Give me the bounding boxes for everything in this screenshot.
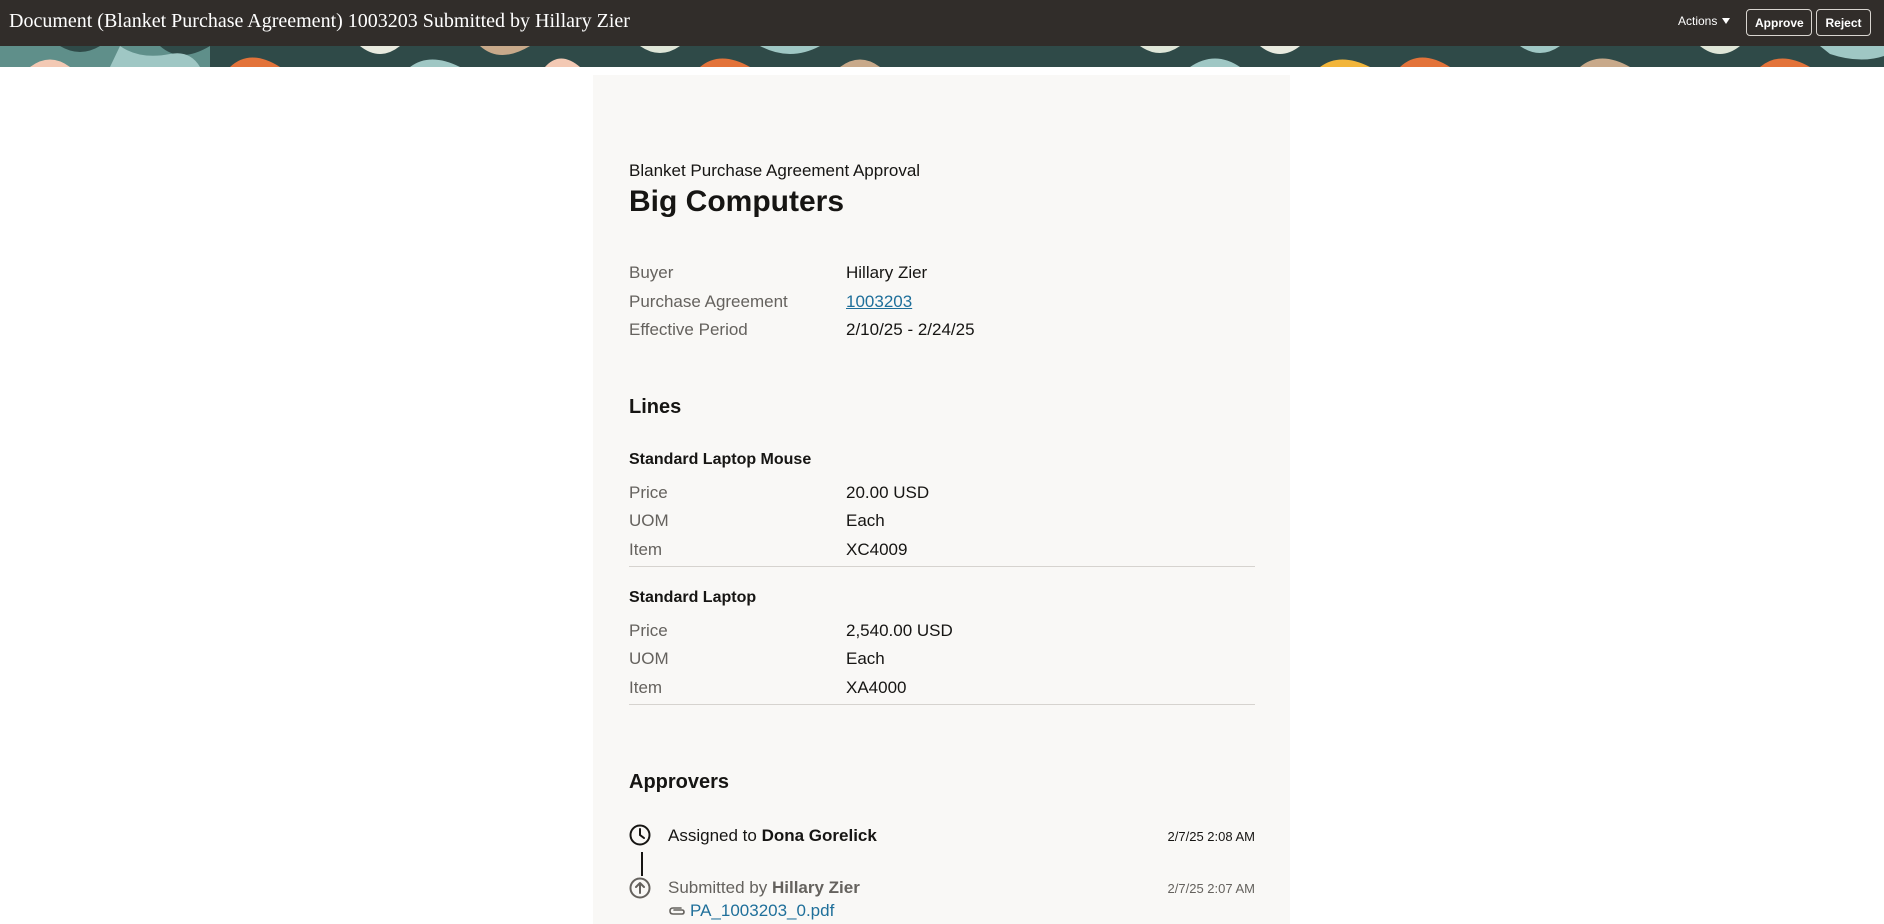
- summary-label: Effective Period: [629, 320, 748, 339]
- field-label: Item: [629, 540, 663, 559]
- line-name: Standard Laptop: [629, 589, 757, 606]
- approver-name: Hillary Zier: [771, 878, 860, 897]
- approvers-heading: Approvers: [629, 771, 730, 793]
- paperclip-icon: [669, 907, 685, 915]
- field-label: Item: [629, 678, 663, 697]
- reject-button[interactable]: Reject: [1816, 9, 1871, 36]
- arrow-up-circle-icon: [629, 877, 651, 899]
- approver-timestamp: 2/7/25 2:07 AM: [1167, 881, 1255, 896]
- lines-heading: Lines: [629, 396, 682, 418]
- summary-label: Purchase Agreement: [629, 292, 788, 311]
- line-field-item: Item XA4000: [629, 678, 1255, 706]
- field-label: Price: [629, 621, 668, 640]
- summary-label: Buyer: [629, 263, 674, 282]
- field-value: 20.00 USD: [846, 483, 930, 502]
- summary-value: Hillary Zier: [846, 263, 928, 282]
- summary-value: 2/10/25 - 2/24/25: [846, 320, 975, 339]
- line-divider: [629, 704, 1255, 705]
- approver-name: Dona Gorelick: [761, 826, 877, 845]
- field-value: Each: [846, 511, 885, 530]
- line-field-price: Price 2,540.00 USD: [629, 621, 1255, 649]
- supplier-title: Big Computers: [629, 185, 845, 218]
- approver-action: Submitted by: [668, 878, 768, 897]
- line-field-price: Price 20.00 USD: [629, 483, 1255, 511]
- card-subtitle: Blanket Purchase Agreement Approval: [629, 161, 921, 180]
- decorative-banner: [0, 46, 1884, 67]
- field-value: XC4009: [846, 540, 908, 559]
- field-value: XA4000: [846, 678, 907, 697]
- approver-action: Assigned to: [668, 826, 757, 845]
- field-value: 2,540.00 USD: [846, 621, 953, 640]
- attachment-link[interactable]: PA_1003203_0.pdf: [668, 901, 834, 921]
- line-field-uom: UOM Each: [629, 649, 1255, 677]
- actions-menu[interactable]: Actions: [1678, 14, 1731, 28]
- field-label: UOM: [629, 649, 669, 668]
- line-field-uom: UOM Each: [629, 511, 1255, 539]
- field-value: Each: [846, 649, 885, 668]
- clock-icon: [629, 824, 651, 846]
- timeline-connector: [641, 852, 643, 876]
- approver-entry-submitted: Submitted by Hillary Zier: [668, 878, 860, 898]
- line-name: Standard Laptop Mouse: [629, 451, 812, 468]
- actions-label: Actions: [1678, 14, 1718, 28]
- field-label: Price: [629, 483, 668, 502]
- page-title: Document (Blanket Purchase Agreement) 10…: [9, 10, 630, 32]
- header-bar: Document (Blanket Purchase Agreement) 10…: [0, 0, 1884, 46]
- summary-row-purchase-agreement: Purchase Agreement 1003203: [629, 292, 1255, 320]
- line-divider: [629, 566, 1255, 567]
- caret-down-icon: [1722, 18, 1731, 24]
- attachment-name: PA_1003203_0.pdf: [690, 901, 835, 920]
- summary-row-effective-period: Effective Period 2/10/25 - 2/24/25: [629, 320, 1255, 348]
- line-field-item: Item XC4009: [629, 540, 1255, 568]
- summary-row-buyer: Buyer Hillary Zier: [629, 263, 1255, 291]
- field-label: UOM: [629, 511, 669, 530]
- approval-card: Blanket Purchase Agreement Approval Big …: [593, 75, 1290, 924]
- approver-timestamp: 2/7/25 2:08 AM: [1167, 829, 1255, 844]
- purchase-agreement-link[interactable]: 1003203: [846, 292, 912, 312]
- approver-entry-assigned: Assigned to Dona Gorelick: [668, 826, 877, 846]
- approve-button[interactable]: Approve: [1746, 9, 1812, 36]
